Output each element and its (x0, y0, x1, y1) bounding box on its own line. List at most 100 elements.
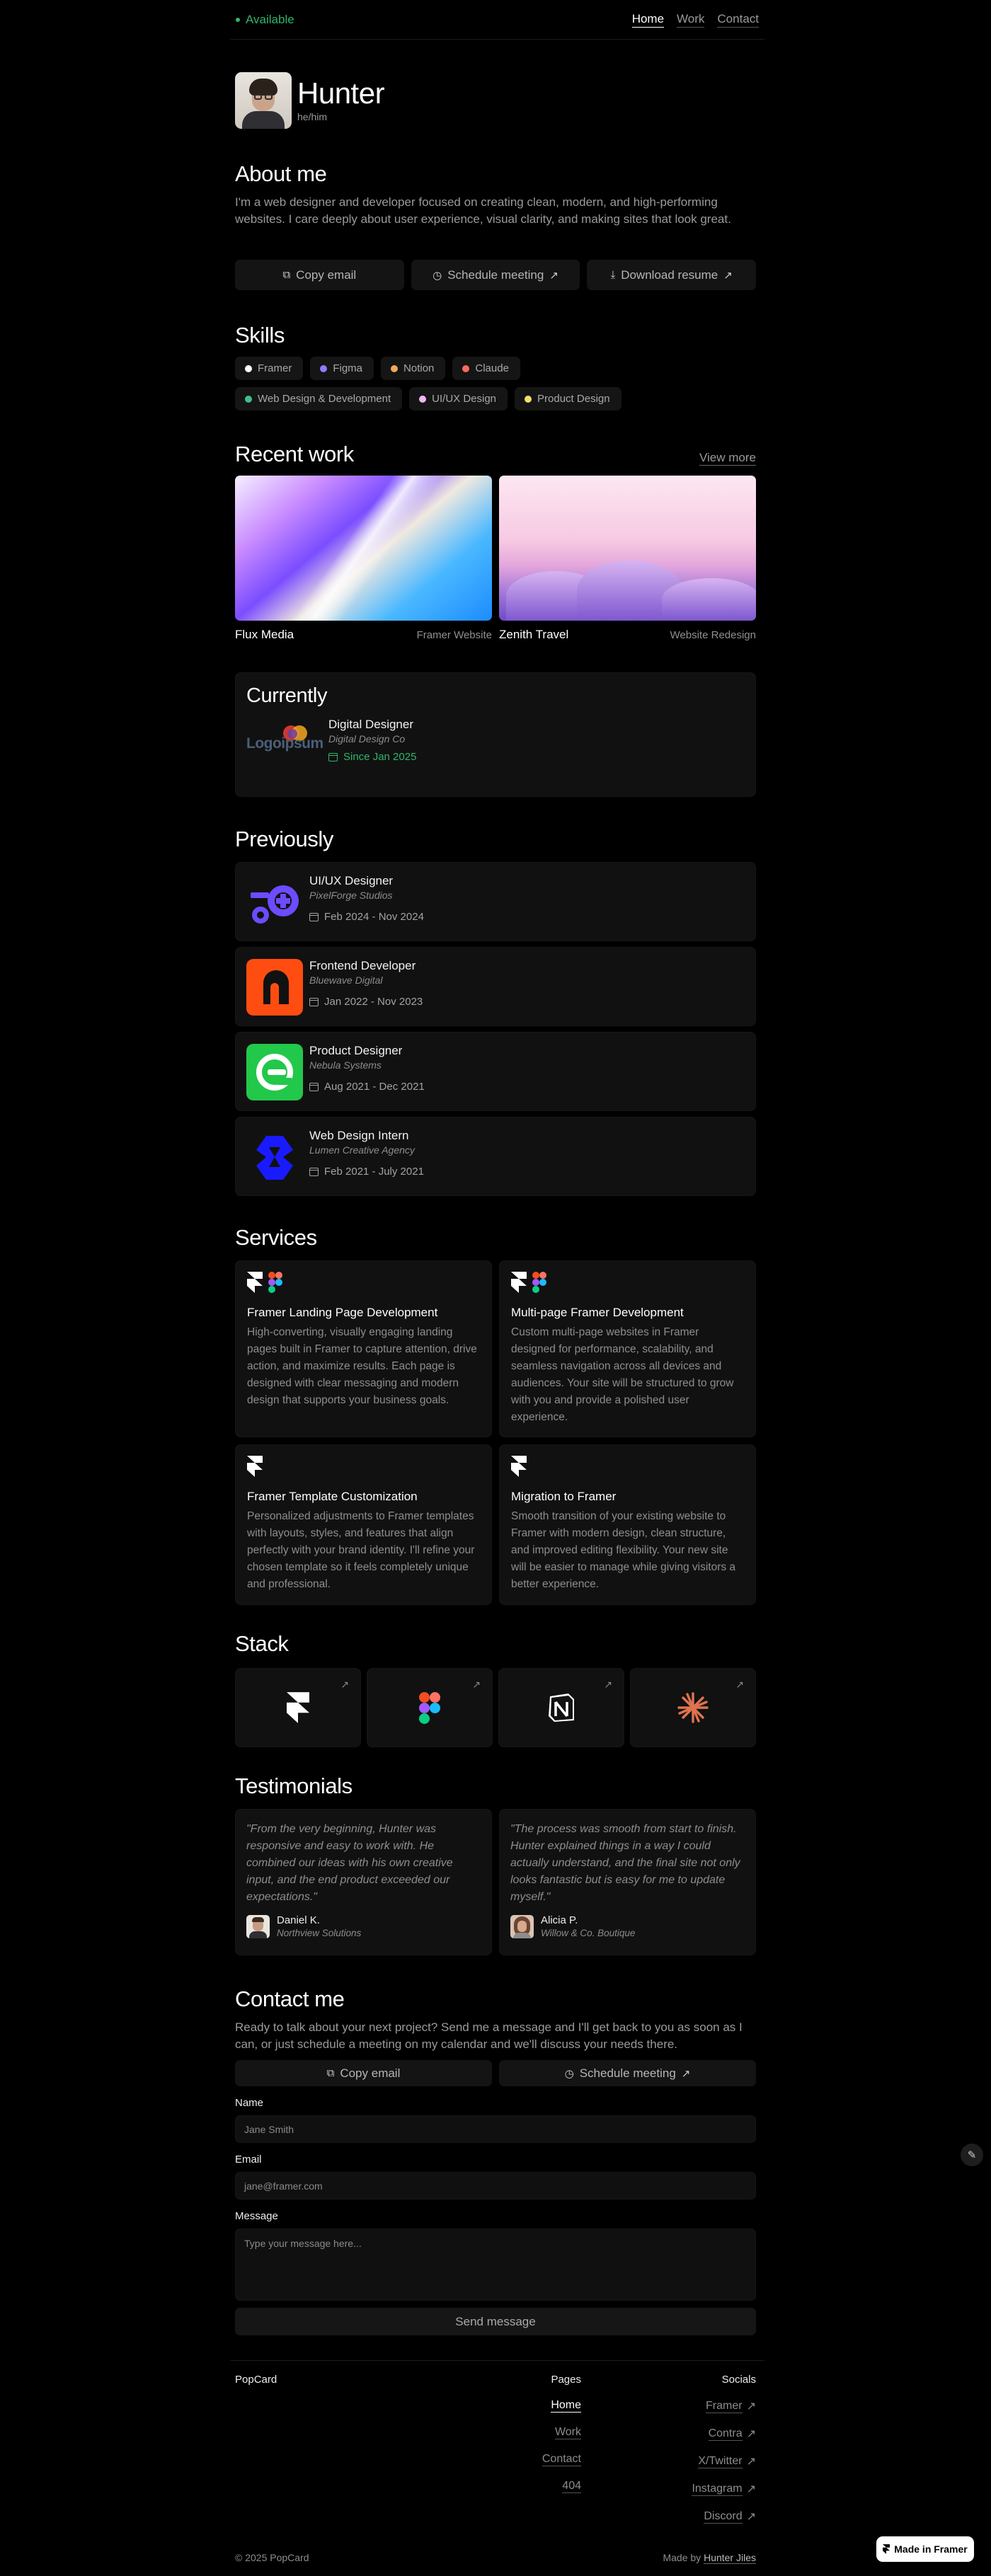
send-message-button[interactable]: Send message (235, 2308, 756, 2335)
job-date: Feb 2024 - Nov 2024 (309, 911, 424, 923)
social-link-framer[interactable]: Framer ↗ (692, 2399, 756, 2413)
arrow-up-right-icon: ↗ (340, 1679, 349, 1690)
nav-link-contact[interactable]: Contact (717, 12, 759, 28)
edit-pencil-icon[interactable]: ✎ (961, 2144, 983, 2166)
job-company: PixelForge Studios (309, 890, 393, 901)
skill-label: Framer (258, 362, 292, 374)
testimonial-author: Daniel K. (277, 1914, 320, 1926)
skill-pill: Product Design (515, 387, 621, 410)
service-card: Framer Landing Page Development High-con… (235, 1260, 492, 1437)
footer-link-404[interactable]: 404 (542, 2480, 581, 2493)
work-thumbnail (499, 476, 756, 621)
services-section: Services Framer Landing Page Development… (235, 1225, 756, 1605)
clock-icon: ◷ (564, 2067, 574, 2080)
avatar (246, 1914, 270, 1938)
stack-item-claude[interactable]: ↗ (630, 1668, 756, 1747)
schedule-label: Schedule meeting (579, 2066, 676, 2080)
social-link-contra[interactable]: Contra ↗ (692, 2427, 756, 2441)
job-date-text: Jan 2022 - Nov 2023 (324, 996, 423, 1008)
job-date-text: Aug 2021 - Dec 2021 (324, 1081, 425, 1093)
framer-icon (247, 1272, 263, 1293)
job-date: Aug 2021 - Dec 2021 (309, 1081, 425, 1093)
skill-label: UI/UX Design (432, 393, 497, 405)
made-in-framer-label: Made in Framer (894, 2543, 968, 2555)
job-card: Product Designer Nebula Systems Aug 2021… (235, 1032, 756, 1111)
footer-socials: Socials Framer ↗ Contra ↗ X/Twitter ↗ Insta… (692, 2374, 756, 2537)
skill-label: Product Design (537, 393, 610, 405)
schedule-meeting-button[interactable]: ◷ Schedule meeting ↗ (499, 2060, 756, 2086)
job-company: Nebula Systems (309, 1059, 382, 1071)
testimonial-card: "From the very beginning, Hunter was res… (235, 1809, 492, 1955)
work-type: Website Redesign (670, 629, 756, 641)
stack-item-notion[interactable]: ↗ (498, 1668, 624, 1747)
author-link[interactable]: Hunter Jiles (704, 2552, 756, 2564)
work-thumbnail (235, 476, 492, 621)
work-card-zenith-travel[interactable]: Zenith Travel Website Redesign (499, 476, 756, 642)
name-label: Name (235, 2097, 264, 2109)
copyright: © 2025 PopCard (235, 2552, 309, 2563)
stack-item-framer[interactable]: ↗ (235, 1668, 361, 1747)
footer-socials-title: Socials (721, 2374, 756, 2386)
framer-icon (511, 1456, 527, 1477)
email-input[interactable]: jane@framer.com (235, 2172, 756, 2200)
social-link-instagram[interactable]: Instagram ↗ (692, 2482, 756, 2496)
social-link-discord[interactable]: Discord ↗ (692, 2509, 756, 2524)
arrow-up-right-icon: ↗ (472, 1679, 481, 1690)
message-textarea[interactable]: Type your message here... (235, 2229, 756, 2301)
schedule-meeting-button[interactable]: ◷ Schedule meeting ↗ (411, 260, 580, 290)
about-title: About me (235, 161, 327, 186)
view-more-link[interactable]: View more (699, 451, 756, 466)
clock-icon: ◷ (433, 269, 442, 282)
pixelforge-logo-icon (246, 874, 303, 931)
lumen-logo-icon (246, 1129, 303, 1185)
currently-title: Currently (246, 684, 328, 707)
name-input[interactable]: Jane Smith (235, 2115, 756, 2143)
skill-label: Web Design & Development (258, 393, 391, 405)
made-in-framer-badge[interactable]: Made in Framer (876, 2536, 974, 2562)
nebula-logo-icon (246, 1044, 303, 1100)
footer-link-contact[interactable]: Contact (542, 2453, 581, 2466)
nav-link-home[interactable]: Home (631, 12, 665, 28)
framer-icon (247, 1456, 263, 1477)
skill-pill: Web Design & Development (235, 387, 403, 410)
skill-dot-icon (245, 364, 252, 372)
skill-pill: Figma (310, 357, 374, 380)
service-desc: Custom multi-page websites in Framer des… (511, 1326, 734, 1423)
calendar-icon (309, 997, 319, 1006)
service-card: Migration to Framer Smooth transition of… (499, 1444, 756, 1605)
skill-dot-icon (419, 395, 427, 403)
work-card-flux-media[interactable]: Flux Media Framer Website (235, 476, 492, 642)
download-resume-button[interactable]: ⤓ Download resume ↗ (587, 260, 757, 290)
about-text: I'm a web designer and developer focused… (235, 195, 731, 226)
calendar-icon (309, 1082, 319, 1091)
job-card: Frontend Developer Bluewave Digital Jan … (235, 947, 756, 1026)
framer-icon (511, 1272, 527, 1293)
footer-link-work[interactable]: Work (542, 2426, 581, 2439)
nav-links: Home Work Contact (631, 12, 764, 28)
stack-title: Stack (235, 1631, 289, 1656)
arrow-up-right-icon: ↗ (746, 2456, 756, 2468)
skill-label: Claude (475, 362, 509, 374)
testimonials-section: Testimonials "From the very beginning, H… (235, 1773, 756, 1955)
skill-dot-icon (245, 395, 252, 403)
notion-icon (549, 1694, 574, 1722)
stack-item-figma[interactable]: ↗ (367, 1668, 493, 1747)
copy-email-button[interactable]: ⧉ Copy email (235, 2060, 492, 2086)
arrow-up-right-icon: ↗ (746, 2483, 756, 2495)
copy-email-button[interactable]: ⧉ Copy email (235, 260, 404, 290)
job-date: Since Jan 2025 (328, 751, 416, 763)
calendar-icon (328, 752, 338, 761)
top-nav: Available Home Work Contact (230, 0, 764, 40)
availability-status: Available (230, 13, 294, 27)
skill-pill: UI/UX Design (409, 387, 508, 410)
arrow-up-right-icon: ↗ (746, 2511, 756, 2523)
footer-link-home[interactable]: Home (542, 2399, 581, 2413)
resume-label: Download resume (621, 268, 718, 282)
contact-lead: Ready to talk about your next project? S… (235, 2020, 743, 2051)
skill-label: Figma (333, 362, 363, 374)
job-title: Frontend Developer (309, 959, 416, 972)
availability-label: Available (246, 12, 294, 26)
contact-title: Contact me (235, 1986, 345, 2011)
social-link-x-twitter[interactable]: X/Twitter ↗ (692, 2454, 756, 2468)
nav-link-work[interactable]: Work (677, 12, 705, 28)
